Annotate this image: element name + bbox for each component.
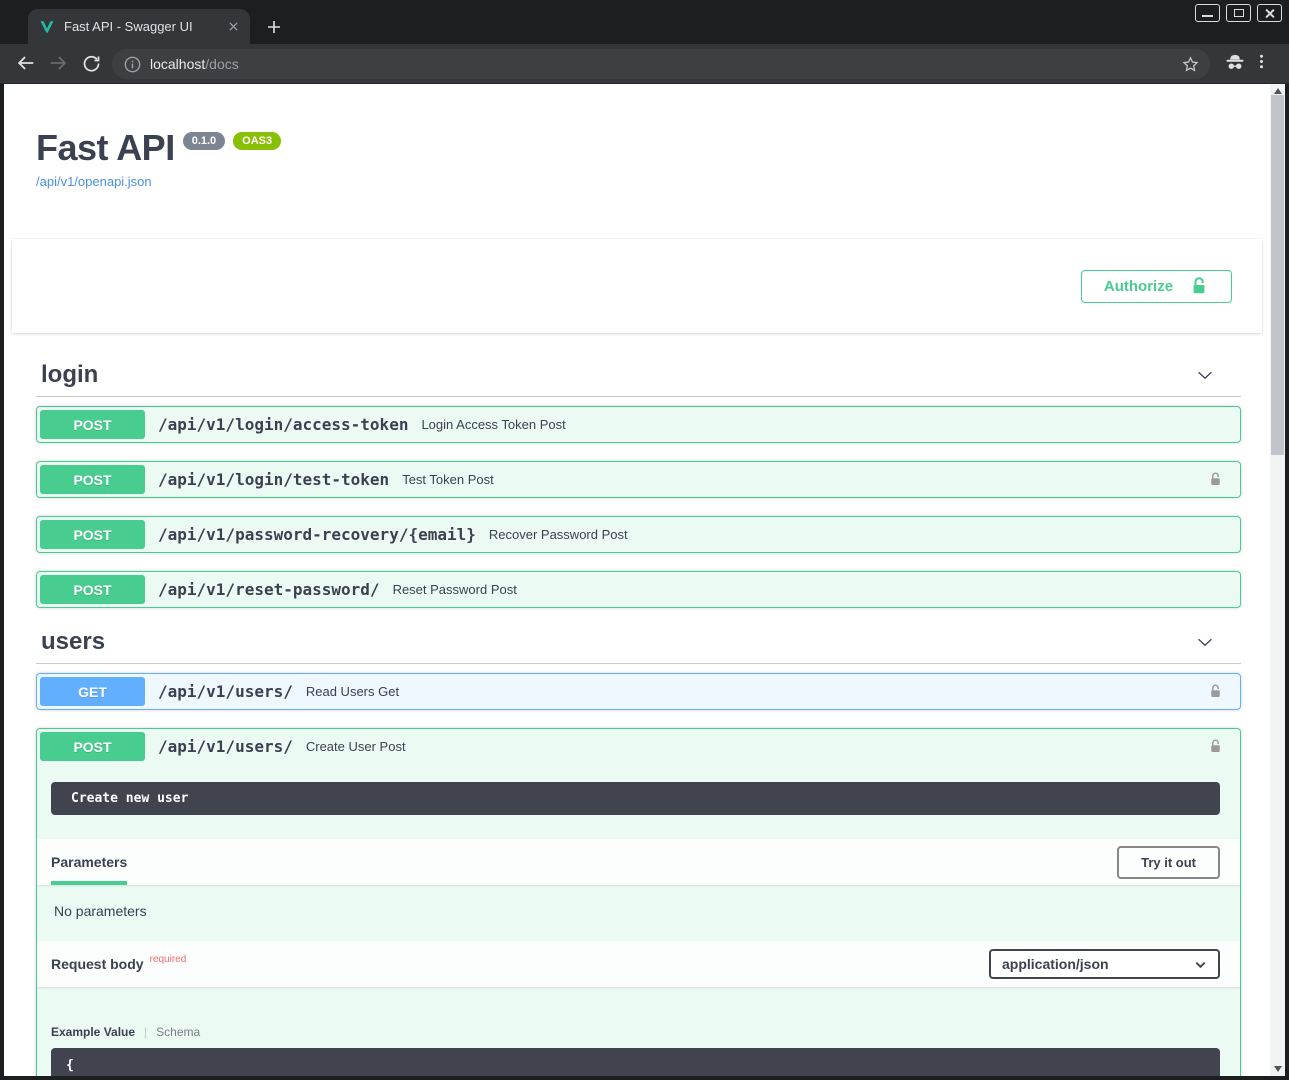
- method-badge: GET: [40, 677, 145, 706]
- browser-tab[interactable]: Fast API - Swagger UI: [28, 9, 250, 44]
- request-body-label: Request body: [51, 956, 144, 972]
- op-summary-row[interactable]: POST /api/v1/login/test-token Test Token…: [37, 462, 1240, 497]
- browser-window: Fast API - Swagger UI localhost/docs: [0, 0, 1289, 1080]
- op-path: /api/v1/password-recovery/{email}: [158, 525, 476, 544]
- example-code-block[interactable]: {: [51, 1048, 1220, 1076]
- method-badge: POST: [40, 575, 145, 604]
- minimize-button[interactable]: [1195, 4, 1220, 22]
- chevron-down-icon[interactable]: [1194, 364, 1216, 386]
- method-badge: POST: [40, 465, 145, 494]
- window-controls: [1195, 4, 1282, 22]
- url-path: /docs: [205, 56, 238, 72]
- scheme-container: Authorize: [12, 239, 1262, 333]
- back-button[interactable]: [14, 51, 38, 75]
- bookmark-star-icon[interactable]: [1181, 55, 1200, 74]
- method-badge: POST: [40, 410, 145, 439]
- op-body: Create new user Parameters Try it out No…: [37, 782, 1240, 1076]
- auth-lock-icon[interactable]: [1207, 471, 1224, 488]
- page-scrollbar[interactable]: [1270, 84, 1285, 1076]
- opblock-password-recovery: POST /api/v1/password-recovery/{email} R…: [36, 516, 1241, 553]
- op-summary-text: Login Access Token Post: [421, 417, 1224, 432]
- api-info: Fast API 0.1.0 OAS3: [36, 130, 1241, 166]
- maximize-icon: [1234, 9, 1244, 17]
- op-summary-text: Read Users Get: [306, 684, 1207, 699]
- tab-divider: |: [144, 1025, 147, 1039]
- reload-button[interactable]: [79, 51, 103, 75]
- opblock-reset-password: POST /api/v1/reset-password/ Reset Passw…: [36, 571, 1241, 608]
- op-path: /api/v1/login/test-token: [158, 470, 389, 489]
- tag-name: login: [41, 361, 98, 389]
- scroll-up-arrow[interactable]: [1274, 88, 1282, 94]
- no-parameters-text: No parameters: [37, 885, 1240, 941]
- op-summary-row[interactable]: GET /api/v1/users/ Read Users Get: [37, 674, 1240, 709]
- op-summary-text: Reset Password Post: [393, 582, 1224, 597]
- unlocked-padlock-icon: [1189, 276, 1209, 296]
- close-icon: [1264, 8, 1275, 19]
- operation-description: Create new user: [51, 782, 1220, 815]
- tag-header-login[interactable]: login: [36, 361, 1241, 397]
- tab-schema[interactable]: Schema: [156, 1025, 200, 1039]
- op-summary-row[interactable]: POST /api/v1/reset-password/ Reset Passw…: [37, 572, 1240, 607]
- authorize-button[interactable]: Authorize: [1081, 270, 1232, 303]
- opblock-read-users: GET /api/v1/users/ Read Users Get: [36, 673, 1241, 710]
- method-badge: POST: [40, 520, 145, 549]
- method-badge: POST: [40, 732, 145, 761]
- op-summary-row[interactable]: POST /api/v1/password-recovery/{email} R…: [37, 517, 1240, 552]
- required-label: required: [150, 954, 187, 965]
- openapi-spec-link[interactable]: /api/v1/openapi.json: [36, 174, 1241, 189]
- version-badge: 0.1.0: [183, 132, 225, 150]
- site-info-icon[interactable]: [124, 56, 141, 73]
- scroll-down-arrow[interactable]: [1274, 1066, 1282, 1072]
- incognito-icon: [1223, 50, 1247, 74]
- auth-lock-icon[interactable]: [1207, 738, 1224, 755]
- oas3-badge: OAS3: [233, 132, 281, 150]
- maximize-button[interactable]: [1226, 4, 1251, 22]
- op-summary-text: Create User Post: [306, 739, 1207, 754]
- authorize-label: Authorize: [1104, 278, 1173, 295]
- auth-lock-icon[interactable]: [1207, 683, 1224, 700]
- close-button[interactable]: [1257, 4, 1282, 22]
- op-path: /api/v1/login/access-token: [158, 415, 408, 434]
- opblock-login-test-token: POST /api/v1/login/test-token Test Token…: [36, 461, 1241, 498]
- request-body-header: Request body required application/json: [37, 941, 1240, 987]
- url-host: localhost: [150, 56, 205, 72]
- page-title: Fast API: [36, 130, 175, 166]
- forward-button[interactable]: [46, 51, 70, 75]
- page-content: Fast API 0.1.0 OAS3 /api/v1/openapi.json…: [4, 84, 1270, 1076]
- opblock-login-access-token: POST /api/v1/login/access-token Login Ac…: [36, 406, 1241, 443]
- tab-title: Fast API - Swagger UI: [64, 19, 224, 34]
- new-tab-button[interactable]: [262, 15, 286, 39]
- titlebar: Fast API - Swagger UI: [0, 0, 1289, 44]
- minimize-icon: [1202, 15, 1213, 17]
- content-type-select[interactable]: application/json: [989, 949, 1220, 979]
- address-bar[interactable]: localhost/docs: [112, 49, 1210, 79]
- tag-header-users[interactable]: users: [36, 628, 1241, 664]
- op-path: /api/v1/users/: [158, 737, 293, 756]
- op-path: /api/v1/users/: [158, 682, 293, 701]
- scrollbar-thumb[interactable]: [1271, 95, 1284, 455]
- tag-name: users: [41, 628, 105, 656]
- tab-close-icon[interactable]: [224, 18, 242, 36]
- opblock-create-user: POST /api/v1/users/ Create User Post Cre…: [36, 728, 1241, 1076]
- op-summary-text: Test Token Post: [402, 472, 1207, 487]
- model-example-tabs: Example Value | Schema: [51, 1025, 1240, 1039]
- parameters-header: Parameters Try it out: [37, 839, 1240, 885]
- tab-example-value[interactable]: Example Value: [51, 1025, 135, 1039]
- select-caret-icon: [1193, 957, 1208, 972]
- menu-kebab-icon[interactable]: [1251, 51, 1272, 72]
- try-it-out-button[interactable]: Try it out: [1117, 846, 1220, 879]
- op-path: /api/v1/reset-password/: [158, 580, 380, 599]
- parameters-tab[interactable]: Parameters: [51, 839, 127, 885]
- fastapi-favicon-icon: [39, 19, 55, 35]
- op-summary-row[interactable]: POST /api/v1/users/ Create User Post: [37, 729, 1240, 764]
- chevron-down-icon[interactable]: [1194, 631, 1216, 653]
- op-summary-text: Recover Password Post: [489, 527, 1224, 542]
- op-summary-row[interactable]: POST /api/v1/login/access-token Login Ac…: [37, 407, 1240, 442]
- content-type-value: application/json: [1002, 956, 1109, 972]
